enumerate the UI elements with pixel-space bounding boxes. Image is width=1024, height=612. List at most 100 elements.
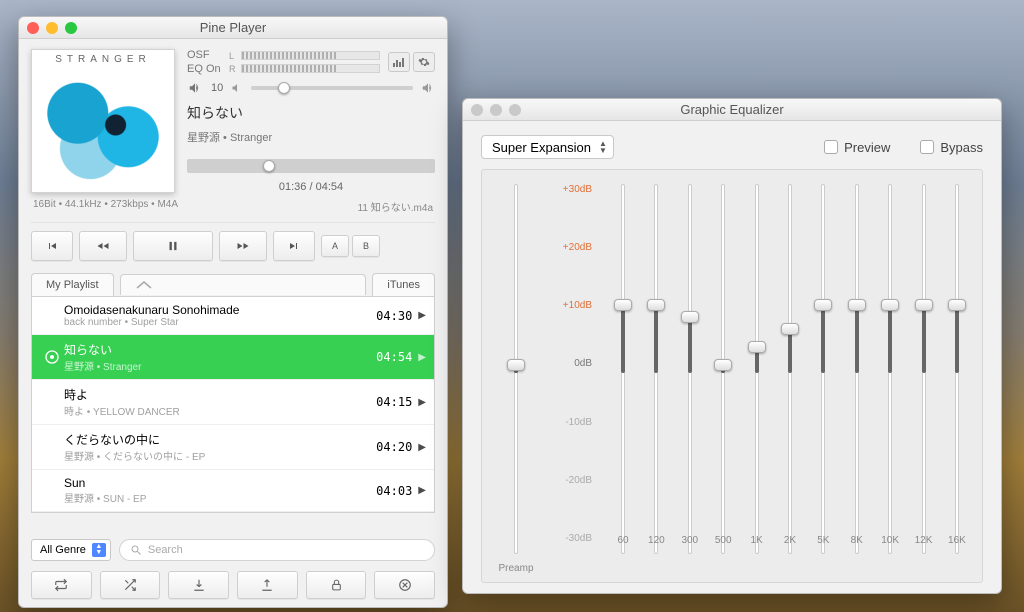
slider-knob[interactable] bbox=[507, 359, 525, 371]
playlist: Omoidasenakunaru Sonohimadeback number •… bbox=[31, 296, 435, 513]
eq-band-slider[interactable]: 60 bbox=[610, 184, 636, 554]
eq-band-slider[interactable]: 5K bbox=[810, 184, 836, 554]
album-art-image bbox=[40, 66, 166, 184]
search-placeholder: Search bbox=[148, 544, 183, 556]
slider-knob[interactable] bbox=[781, 323, 799, 335]
playlist-item[interactable]: 知らない星野源 • Stranger04:54▶ bbox=[32, 335, 434, 380]
minimize-icon[interactable] bbox=[490, 104, 502, 116]
playlist-item[interactable]: くだらないの中に星野源 • くだらないの中に - EP04:20 ▶ bbox=[32, 425, 434, 470]
minimize-icon[interactable] bbox=[46, 22, 58, 34]
osf-label: OSF bbox=[187, 49, 221, 61]
eq-band-slider[interactable]: 12K bbox=[911, 184, 937, 554]
band-freq-label: 12K bbox=[915, 535, 933, 546]
shuffle-button[interactable] bbox=[100, 571, 161, 599]
graphic-equalizer-window: Graphic Equalizer Super Expansion ▲▼ Pre… bbox=[462, 98, 1002, 594]
fast-forward-button[interactable] bbox=[219, 231, 267, 261]
db-tick-label: -20dB bbox=[552, 475, 592, 486]
filename: 11 知らない.m4a bbox=[358, 199, 433, 214]
eq-bands: 60 120 300 500 1K 2K 5K8K 10K 12K 16K bbox=[610, 184, 970, 554]
band-freq-label: 2K bbox=[784, 535, 796, 546]
now-playing-icon bbox=[40, 349, 64, 365]
play-icon[interactable]: ▶ bbox=[418, 485, 426, 496]
preview-checkbox[interactable]: Preview bbox=[824, 140, 890, 155]
eq-band-slider[interactable]: 2K bbox=[777, 184, 803, 554]
settings-button[interactable] bbox=[413, 52, 435, 72]
level-meters: L R bbox=[229, 51, 380, 74]
bypass-checkbox[interactable]: Bypass bbox=[920, 140, 983, 155]
close-icon[interactable] bbox=[471, 104, 483, 116]
eq-band-slider[interactable]: 8K bbox=[844, 184, 870, 554]
band-freq-label: 60 bbox=[617, 535, 628, 546]
db-scale-labels: +30dB+20dB+10dB0dB-10dB-20dB-30dB bbox=[552, 184, 596, 544]
search-icon bbox=[130, 544, 142, 556]
slider-knob[interactable] bbox=[881, 299, 899, 311]
slider-knob[interactable] bbox=[681, 311, 699, 323]
preset-select[interactable]: Super Expansion ▲▼ bbox=[481, 135, 614, 159]
volume-slider-knob[interactable] bbox=[278, 82, 290, 94]
slider-knob[interactable] bbox=[915, 299, 933, 311]
band-freq-label: 16K bbox=[948, 535, 966, 546]
playlist-item[interactable]: Omoidasenakunaru Sonohimadeback number •… bbox=[32, 297, 434, 335]
titlebar[interactable]: Pine Player bbox=[19, 17, 447, 39]
tab-itunes[interactable]: iTunes bbox=[372, 273, 435, 296]
bypass-label: Bypass bbox=[940, 140, 983, 155]
genre-filter-select[interactable]: All Genre ▲▼ bbox=[31, 539, 111, 561]
clear-button[interactable] bbox=[374, 571, 435, 599]
play-icon[interactable]: ▶ bbox=[418, 397, 426, 408]
visualizer-button[interactable] bbox=[388, 52, 410, 72]
volume-max-icon bbox=[421, 81, 435, 95]
play-icon[interactable]: ▶ bbox=[418, 310, 426, 321]
volume-slider[interactable] bbox=[251, 86, 413, 90]
zoom-icon[interactable] bbox=[65, 22, 77, 34]
prev-track-button[interactable] bbox=[31, 231, 73, 261]
progress-slider[interactable] bbox=[187, 159, 435, 173]
play-icon[interactable]: ▶ bbox=[418, 352, 426, 363]
progress-time: 01:36 / 04:54 bbox=[187, 181, 435, 193]
search-input[interactable]: Search bbox=[119, 539, 435, 561]
slider-knob[interactable] bbox=[748, 341, 766, 353]
traffic-lights bbox=[27, 22, 77, 34]
preamp-slider[interactable]: Preamp bbox=[494, 184, 538, 554]
track-duration: 04:54 bbox=[376, 350, 412, 364]
lock-button[interactable] bbox=[306, 571, 367, 599]
rewind-button[interactable] bbox=[79, 231, 127, 261]
now-playing-title: 知らない bbox=[187, 103, 435, 123]
equalizer-panel: Preamp +30dB+20dB+10dB0dB-10dB-20dB-30dB 6… bbox=[481, 169, 983, 583]
track-duration: 04:20 bbox=[376, 440, 412, 454]
slider-knob[interactable] bbox=[614, 299, 632, 311]
tab-my-playlist[interactable]: My Playlist bbox=[31, 273, 114, 296]
track-subtitle: 星野源 • くだらないの中に - EP bbox=[64, 448, 376, 463]
eq-band-slider[interactable]: 16K bbox=[944, 184, 970, 554]
slider-knob[interactable] bbox=[948, 299, 966, 311]
window-title: Pine Player bbox=[19, 20, 447, 35]
import-button[interactable] bbox=[168, 571, 229, 599]
play-icon[interactable]: ▶ bbox=[418, 442, 426, 453]
track-subtitle: back number • Super Star bbox=[64, 317, 376, 328]
play-pause-button[interactable] bbox=[133, 231, 213, 261]
eq-band-slider[interactable]: 300 bbox=[677, 184, 703, 554]
export-button[interactable] bbox=[237, 571, 298, 599]
eq-band-slider[interactable]: 10K bbox=[877, 184, 903, 554]
meter-r-bar bbox=[241, 64, 380, 73]
titlebar[interactable]: Graphic Equalizer bbox=[463, 99, 1001, 121]
slider-knob[interactable] bbox=[714, 359, 732, 371]
slider-knob[interactable] bbox=[814, 299, 832, 311]
eq-band-slider[interactable]: 1K bbox=[744, 184, 770, 554]
track-title: 時よ bbox=[64, 386, 376, 403]
slider-knob[interactable] bbox=[647, 299, 665, 311]
collapse-playlist-button[interactable] bbox=[120, 274, 367, 295]
repeat-button[interactable] bbox=[31, 571, 92, 599]
next-track-button[interactable] bbox=[273, 231, 315, 261]
progress-slider-knob[interactable] bbox=[263, 160, 275, 172]
track-title: くだらないの中に bbox=[64, 431, 376, 448]
album-art[interactable]: STRANGER bbox=[31, 49, 175, 193]
eq-band-slider[interactable]: 120 bbox=[643, 184, 669, 554]
ab-b-button[interactable]: B bbox=[352, 235, 380, 257]
close-icon[interactable] bbox=[27, 22, 39, 34]
eq-band-slider[interactable]: 500 bbox=[710, 184, 736, 554]
playlist-item[interactable]: Sun星野源 • SUN - EP04:03▶ bbox=[32, 470, 434, 512]
playlist-item[interactable]: 時よ時よ • YELLOW DANCER04:15▶ bbox=[32, 380, 434, 425]
slider-knob[interactable] bbox=[848, 299, 866, 311]
zoom-icon[interactable] bbox=[509, 104, 521, 116]
ab-a-button[interactable]: A bbox=[321, 235, 349, 257]
